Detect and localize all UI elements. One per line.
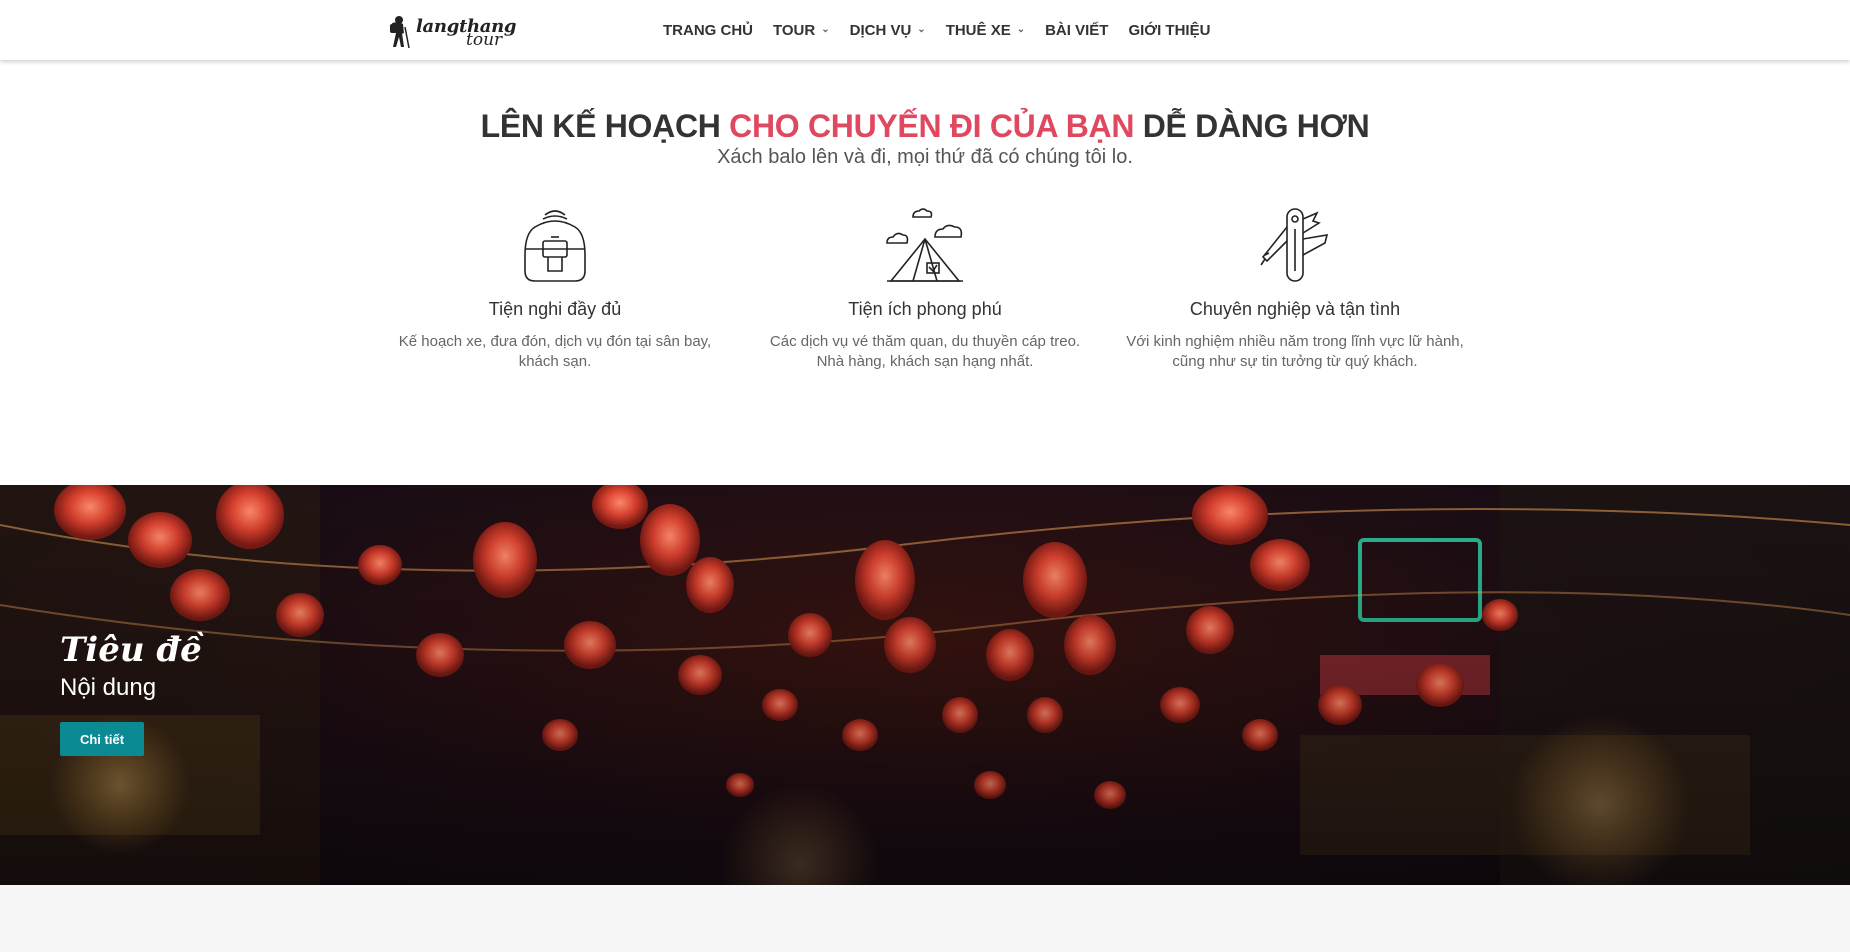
headline-part-2: DỄ DÀNG HƠN: [1134, 108, 1370, 144]
nav-label: BÀI VIẾT: [1045, 21, 1109, 39]
nav-item-about[interactable]: GIỚI THIỆU: [1128, 22, 1210, 39]
nav-label: THUÊ XE: [945, 21, 1011, 39]
nav-item-car-rental[interactable]: THUÊ XE ⌄: [946, 22, 1025, 39]
headline-part-1: LÊN KẾ HOẠCH: [480, 108, 730, 144]
logo-line-2: tour: [466, 30, 503, 50]
site-header: langthang tour TRANG CHỦ TOUR ⌄ DỊCH VỤ …: [0, 0, 1850, 60]
feature-desc-line: cũng như sự tin tưởng từ quý khách.: [1172, 353, 1418, 370]
feature-desc-line: Kế hoạch xe, đưa đón, dịch vụ đón tại sâ…: [398, 333, 712, 350]
hero-banner: Tiêu đề Nội dung Chi tiết: [0, 485, 1850, 885]
details-button[interactable]: Chi tiết: [60, 722, 144, 756]
chevron-down-icon: ⌄: [917, 23, 926, 35]
headline-accent: CHO CHUYẾN ĐI CỦA BẠN: [729, 108, 1135, 144]
nav-item-tour[interactable]: TOUR ⌄: [773, 22, 830, 39]
nav-item-services[interactable]: DỊCH VỤ ⌄: [850, 22, 926, 39]
main-nav: TRANG CHỦ TOUR ⌄ DỊCH VỤ ⌄ THUÊ XE ⌄ BÀI…: [663, 0, 1230, 60]
feature-title: Chuyên nghiệp và tận tình: [1189, 299, 1401, 319]
feature-card: Tiện ích phong phú Các dịch vụ vé thăm q…: [745, 205, 1105, 372]
nav-item-articles[interactable]: BÀI VIẾT: [1045, 22, 1108, 39]
lantern-street-image: [0, 485, 1850, 885]
nav-label: GIỚI THIỆU: [1128, 21, 1211, 39]
feature-description: Các dịch vụ vé thăm quan, du thuyền cáp …: [745, 332, 1105, 372]
nav-label: DỊCH VỤ: [849, 21, 912, 39]
section-headline: LÊN KẾ HOẠCH CHO CHUYẾN ĐI CỦA BẠN DỄ DÀ…: [0, 108, 1850, 145]
section-subheadline: Xách balo lên và đi, mọi thứ đã có chúng…: [717, 146, 1133, 168]
feature-desc-line: Các dịch vụ vé thăm quan, du thuyền cáp …: [769, 333, 1081, 350]
tent-icon: [886, 208, 963, 282]
feature-title: Tiện ích phong phú: [848, 299, 1002, 319]
nav-label: TRANG CHỦ: [663, 21, 753, 39]
nav-label: TOUR: [773, 21, 816, 39]
feature-title: Tiện nghi đầy đủ: [488, 299, 622, 319]
next-section-background: [0, 885, 1850, 952]
banner-content: Nội dung: [60, 674, 157, 701]
banner-title: Tiêu đề: [60, 630, 202, 670]
feature-desc-line: Nhà hàng, khách sạn hạng nhất.: [816, 353, 1034, 370]
pocket-knife-icon: [1260, 208, 1329, 282]
feature-description: Kế hoạch xe, đưa đón, dịch vụ đón tại sâ…: [375, 332, 735, 372]
chevron-down-icon: ⌄: [821, 23, 830, 35]
feature-desc-line: Với kinh nghiệm nhiều năm trong lĩnh vực…: [1126, 333, 1464, 350]
feature-card: Chuyên nghiệp và tận tình Với kinh nghiệ…: [1115, 205, 1475, 372]
feature-description: Với kinh nghiệm nhiều năm trong lĩnh vực…: [1115, 332, 1475, 372]
nav-item-home[interactable]: TRANG CHỦ: [663, 22, 753, 39]
chevron-down-icon: ⌄: [1016, 23, 1026, 35]
feature-card: Tiện nghi đầy đủ Kế hoạch xe, đưa đón, d…: [375, 205, 735, 372]
traveler-logo-icon: [390, 16, 410, 49]
site-logo[interactable]: langthang tour: [388, 14, 517, 50]
feature-desc-line: khách sạn.: [518, 353, 592, 370]
backpack-icon: [524, 210, 586, 282]
